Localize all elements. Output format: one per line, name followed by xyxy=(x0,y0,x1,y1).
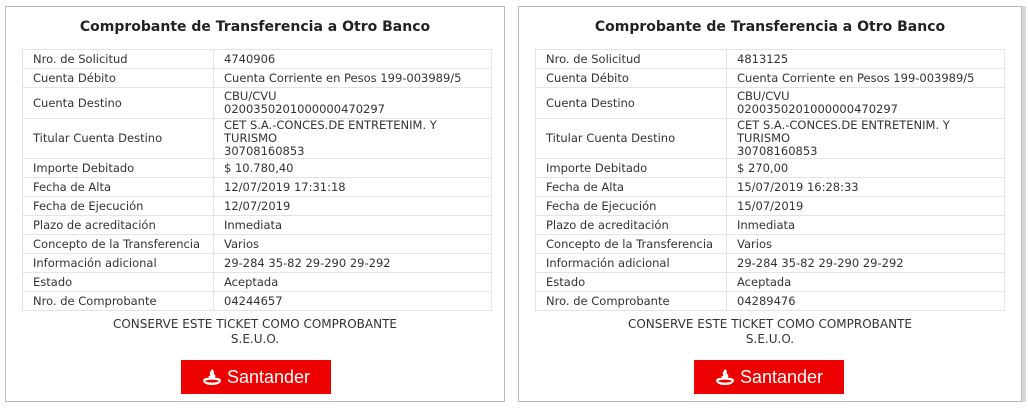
row-label: Fecha de Alta xyxy=(22,177,214,197)
row-value-line1: CET S.A.-CONCES.DE ENTRETENIM. Y TURISMO xyxy=(737,118,950,145)
row-value: Aceptada xyxy=(213,272,492,292)
row-value: 4813125 xyxy=(726,49,1005,69)
table-row: Estado Aceptada xyxy=(535,272,1005,292)
details-table: Nro. de Solicitud 4813125 Cuenta Débito Cu… xyxy=(535,49,1005,311)
footer-line1: CONSERVE ESTE TICKET COMO COMPROBANTE xyxy=(112,317,398,331)
row-label: Plazo de acreditación xyxy=(22,215,214,235)
row-value-line2: 30708160853 xyxy=(224,144,305,158)
row-label: Titular Cuenta Destino xyxy=(22,118,214,159)
row-value: $ 270,00 xyxy=(726,158,1005,178)
row-label: Importe Debitado xyxy=(22,158,214,178)
footer-note: CONSERVE ESTE TICKET COMO COMPROBANTE S.… xyxy=(6,317,504,347)
row-value: 15/07/2019 16:28:33 xyxy=(726,177,1005,197)
santander-flame-icon xyxy=(715,369,734,385)
row-label: Cuenta Destino xyxy=(22,87,214,119)
row-value: CBU/CVU 0200350201000000470297 xyxy=(213,87,492,119)
table-row: Cuenta Débito Cuenta Corriente en Pesos 1… xyxy=(22,68,492,88)
row-value: 29-284 35-82 29-290 29-292 xyxy=(726,253,1005,273)
table-row: Titular Cuenta Destino CET S.A.-CONCES.DE… xyxy=(22,118,492,159)
table-row: Importe Debitado $ 10.780,40 xyxy=(22,158,492,178)
row-value: Inmediata xyxy=(726,215,1005,235)
row-label: Importe Debitado xyxy=(535,158,727,178)
row-label: Información adicional xyxy=(535,253,727,273)
row-value: 12/07/2019 17:31:18 xyxy=(213,177,492,197)
row-label: Fecha de Alta xyxy=(535,177,727,197)
table-row: Nro. de Solicitud 4813125 xyxy=(535,49,1005,69)
table-row: Fecha de Alta 15/07/2019 16:28:33 xyxy=(535,177,1005,197)
table-row: Cuenta Destino CBU/CVU 0200350201000000470… xyxy=(22,87,492,119)
row-label: Plazo de acreditación xyxy=(535,215,727,235)
row-value: Aceptada xyxy=(726,272,1005,292)
table-row: Fecha de Ejecución 15/07/2019 xyxy=(535,196,1005,216)
table-row: Nro. de Solicitud 4740906 xyxy=(22,49,492,69)
row-value: Varios xyxy=(213,234,492,254)
row-label: Estado xyxy=(22,272,214,292)
footer-line2: S.E.U.O. xyxy=(230,332,280,346)
santander-logo: Santander xyxy=(694,360,844,394)
row-label: Concepto de la Transferencia xyxy=(22,234,214,254)
row-label: Nro. de Comprobante xyxy=(22,291,214,311)
receipt-1: Comprobante de Transferencia a Otro Banc… xyxy=(5,6,505,402)
table-row: Estado Aceptada xyxy=(22,272,492,292)
table-row: Fecha de Alta 12/07/2019 17:31:18 xyxy=(22,177,492,197)
row-value: Cuenta Corriente en Pesos 199-003989/5 xyxy=(213,68,492,88)
row-label: Nro. de Solicitud xyxy=(22,49,214,69)
row-label: Estado xyxy=(535,272,727,292)
row-label: Cuenta Débito xyxy=(22,68,214,88)
row-value: 29-284 35-82 29-290 29-292 xyxy=(213,253,492,273)
receipt-title: Comprobante de Transferencia a Otro Banc… xyxy=(79,19,431,35)
row-value: 4740906 xyxy=(213,49,492,69)
table-row: Información adicional 29-284 35-82 29-290… xyxy=(22,253,492,273)
row-label: Concepto de la Transferencia xyxy=(535,234,727,254)
row-value-line2: 30708160853 xyxy=(737,144,818,158)
table-row: Nro. de Comprobante 04289476 xyxy=(535,291,1005,311)
row-label: Fecha de Ejecución xyxy=(535,196,727,216)
row-label: Cuenta Débito xyxy=(535,68,727,88)
table-row: Importe Debitado $ 270,00 xyxy=(535,158,1005,178)
row-value: $ 10.780,40 xyxy=(213,158,492,178)
table-row: Concepto de la Transferencia Varios xyxy=(22,234,492,254)
footer-line1: CONSERVE ESTE TICKET COMO COMPROBANTE xyxy=(627,317,913,331)
row-value-line1: CET S.A.-CONCES.DE ENTRETENIM. Y TURISMO xyxy=(224,118,437,145)
footer-line2: S.E.U.O. xyxy=(745,332,795,346)
table-row: Titular Cuenta Destino CET S.A.-CONCES.DE… xyxy=(535,118,1005,159)
row-value-line1: CBU/CVU xyxy=(737,89,790,103)
table-row: Concepto de la Transferencia Varios xyxy=(535,234,1005,254)
row-value: Varios xyxy=(726,234,1005,254)
row-value: 04244657 xyxy=(213,291,492,311)
table-row: Plazo de acreditación Inmediata xyxy=(535,215,1005,235)
row-value-line2: 0200350201000000470297 xyxy=(224,102,385,116)
table-row: Nro. de Comprobante 04244657 xyxy=(22,291,492,311)
santander-logo: Santander xyxy=(181,360,331,394)
row-label: Nro. de Comprobante xyxy=(535,291,727,311)
footer-note: CONSERVE ESTE TICKET COMO COMPROBANTE S.… xyxy=(519,317,1021,347)
row-value: Cuenta Corriente en Pesos 199-003989/5 xyxy=(726,68,1005,88)
logo-wordmark: Santander xyxy=(226,366,311,387)
receipt-title: Comprobante de Transferencia a Otro Banc… xyxy=(594,19,946,35)
row-value: CET S.A.-CONCES.DE ENTRETENIM. Y TURISMO… xyxy=(726,118,1005,159)
table-row: Cuenta Destino CBU/CVU 0200350201000000470… xyxy=(535,87,1005,119)
row-value: 04289476 xyxy=(726,291,1005,311)
row-value: 15/07/2019 xyxy=(726,196,1005,216)
table-row: Cuenta Débito Cuenta Corriente en Pesos 1… xyxy=(535,68,1005,88)
santander-flame-icon xyxy=(202,369,221,385)
row-label: Nro. de Solicitud xyxy=(535,49,727,69)
row-value: Inmediata xyxy=(213,215,492,235)
receipt-2: Comprobante de Transferencia a Otro Banc… xyxy=(518,6,1026,402)
table-row: Plazo de acreditación Inmediata xyxy=(22,215,492,235)
row-value: CBU/CVU 0200350201000000470297 xyxy=(726,87,1005,119)
table-row: Información adicional 29-284 35-82 29-290… xyxy=(535,253,1005,273)
row-label: Titular Cuenta Destino xyxy=(535,118,727,159)
row-value-line2: 0200350201000000470297 xyxy=(737,102,898,116)
row-label: Cuenta Destino xyxy=(535,87,727,119)
table-row: Fecha de Ejecución 12/07/2019 xyxy=(22,196,492,216)
row-value: 12/07/2019 xyxy=(213,196,492,216)
row-label: Fecha de Ejecución xyxy=(22,196,214,216)
row-value: CET S.A.-CONCES.DE ENTRETENIM. Y TURISMO… xyxy=(213,118,492,159)
details-table: Nro. de Solicitud 4740906 Cuenta Débito Cu… xyxy=(22,49,492,311)
row-label: Información adicional xyxy=(22,253,214,273)
row-value-line1: CBU/CVU xyxy=(224,89,277,103)
logo-wordmark: Santander xyxy=(739,366,824,387)
